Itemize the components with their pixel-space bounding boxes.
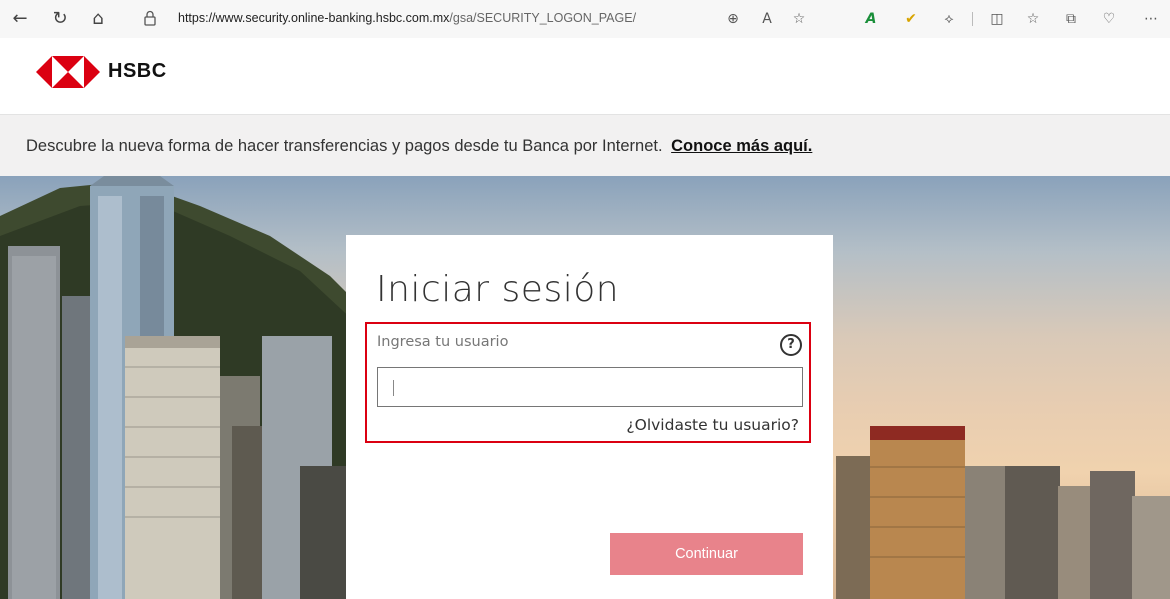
login-card: Iniciar sesión Ingresa tu usuario ? ¿Olv… [346,235,833,599]
hsbc-logo-icon[interactable] [36,56,100,88]
extension-puzzle-icon[interactable]: ⟡ [938,8,960,30]
lock-icon[interactable] [144,10,156,26]
heart-pulse-icon[interactable]: ♡ [1098,8,1120,30]
banner-message: Descubre la nueva forma de hacer transfe… [26,137,663,155]
forgot-username-link[interactable]: ¿Olvidaste tu usuario? [626,416,799,434]
username-label: Ingresa tu usuario [377,334,509,350]
extension-check-icon[interactable]: ✔ [900,8,922,30]
banner-text: Descubre la nueva forma de hacer transfe… [26,137,812,156]
toolbar-divider [972,12,973,26]
text-caret [393,380,394,396]
split-screen-icon[interactable]: ◫ [986,8,1008,30]
brand-name[interactable]: HSBC [108,60,167,83]
continue-button[interactable]: Continuar [610,533,803,575]
site-header: HSBC [0,38,1170,114]
favorites-list-icon[interactable]: ☆ [1022,8,1044,30]
url-text[interactable]: https://www.security.online-banking.hsbc… [178,11,636,25]
home-icon[interactable]: ⌂ [86,7,110,31]
refresh-icon[interactable]: ↻ [48,7,72,31]
browser-toolbar: ← ↻ ⌂ https://www.security.online-bankin… [0,0,1170,38]
username-input[interactable] [377,367,803,407]
extension-a-icon[interactable]: A [860,8,882,30]
favorite-star-icon[interactable]: ☆ [788,8,810,30]
banner-link[interactable]: Conoce más aquí. [671,137,812,155]
help-icon[interactable]: ? [780,334,802,356]
more-icon[interactable]: ⋯ [1140,8,1162,30]
zoom-icon[interactable]: ⊕ [722,8,744,30]
username-field-group: Ingresa tu usuario ? ¿Olvidaste tu usuar… [365,322,811,443]
back-icon[interactable]: ← [8,7,32,31]
collections-icon[interactable]: ⧉ [1060,8,1082,30]
promo-banner: Descubre la nueva forma de hacer transfe… [0,114,1170,177]
page-title: Iniciar sesión [376,269,620,310]
read-aloud-icon[interactable]: A [756,8,778,30]
